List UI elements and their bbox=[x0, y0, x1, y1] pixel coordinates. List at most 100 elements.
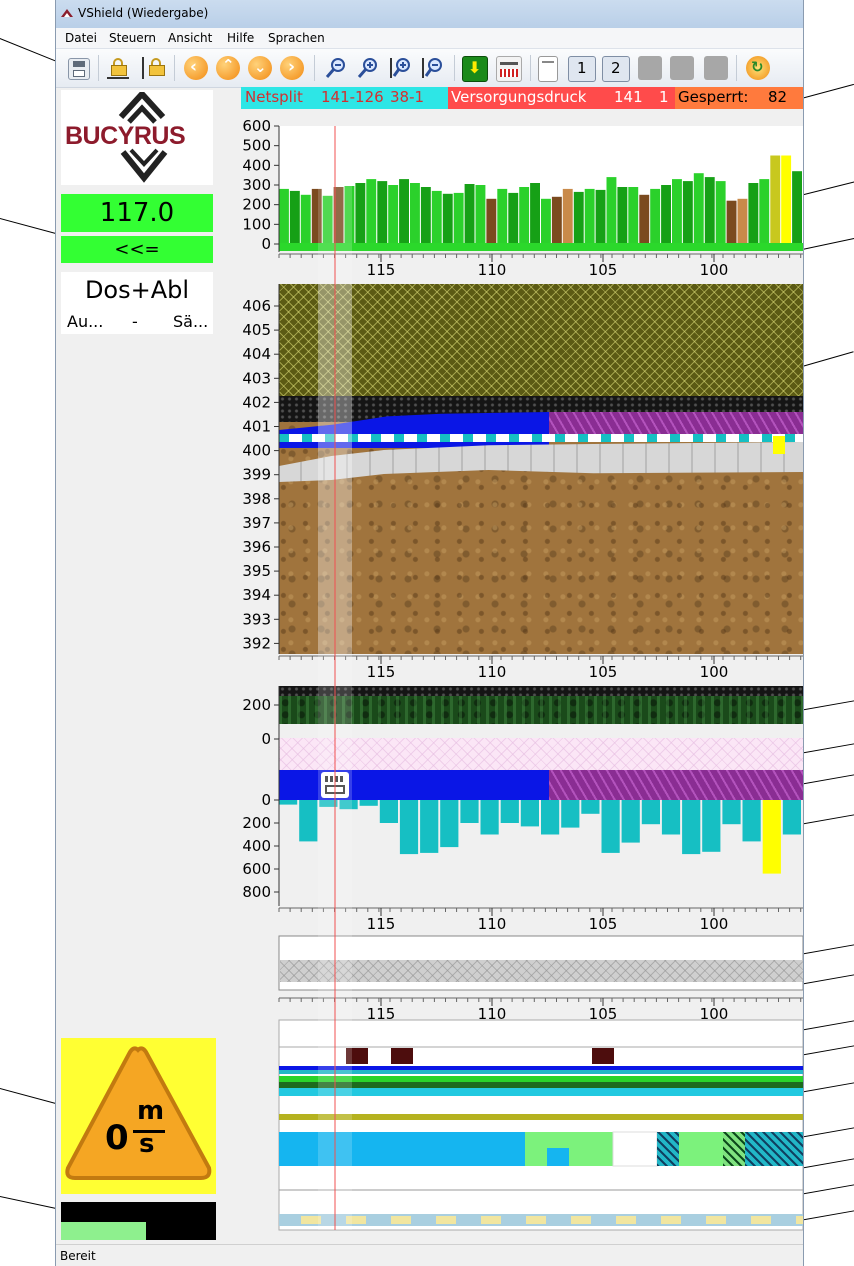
event-marker bbox=[391, 1048, 413, 1064]
x-tick-label: 105 bbox=[589, 663, 618, 681]
chart4-y-tick-label: 200 bbox=[242, 814, 271, 832]
chart1-bar bbox=[475, 185, 486, 244]
chart1-bar bbox=[519, 187, 530, 244]
bottom-lane-cell bbox=[616, 1216, 636, 1224]
callout-line bbox=[0, 38, 58, 63]
chart4-y-tick-label: 400 bbox=[242, 837, 271, 855]
chart4-y-tick-label: 0 bbox=[261, 791, 271, 809]
bottom-lane-cell bbox=[661, 1216, 681, 1224]
chart4-bar bbox=[702, 800, 721, 852]
x-tick-label: 110 bbox=[478, 915, 507, 933]
chart1-bar bbox=[650, 188, 661, 244]
bottom-lane-cell bbox=[751, 1216, 771, 1224]
chart1-bar bbox=[737, 198, 748, 244]
chart1-bar bbox=[672, 179, 682, 244]
x-tick-label: 115 bbox=[367, 261, 396, 279]
chart4-bar bbox=[742, 800, 761, 842]
chart4-bar bbox=[581, 800, 600, 814]
dark-top-layer bbox=[279, 686, 803, 696]
chart4-y-tick-label: 600 bbox=[242, 860, 271, 878]
chart2-y-tick-label: 400 bbox=[242, 442, 271, 460]
chart1-bar bbox=[551, 196, 562, 244]
chart2-y-tick-label: 405 bbox=[242, 321, 271, 339]
chart5-grey-band bbox=[280, 960, 803, 982]
x-tick-label: 115 bbox=[367, 915, 396, 933]
status-text: Bereit bbox=[60, 1249, 96, 1263]
chart4-bar bbox=[782, 800, 801, 835]
chart2-y-tick-label: 401 bbox=[242, 418, 271, 436]
x-tick-label: 115 bbox=[367, 663, 396, 681]
cyan-marker-row bbox=[279, 434, 803, 442]
chart3-layers bbox=[279, 686, 803, 800]
x-tick-label: 110 bbox=[478, 663, 507, 681]
chart1-bar bbox=[781, 155, 792, 244]
chart4-y-ticks: 0 200 400 600 800 bbox=[242, 791, 279, 901]
chart1-bar bbox=[562, 188, 573, 244]
chart3-y-tick-label: 200 bbox=[242, 696, 271, 714]
chart1-y-ticks: 600 500400 300 200100 0 bbox=[242, 117, 279, 253]
chart4-bar bbox=[661, 800, 681, 835]
chart4-bar bbox=[460, 800, 479, 823]
chart1-bar bbox=[726, 200, 737, 244]
x-tick-label: 100 bbox=[700, 915, 729, 933]
chart4-bar bbox=[379, 800, 398, 823]
chart2-y-tick-label: 402 bbox=[242, 393, 271, 411]
chart1-bar bbox=[431, 190, 442, 244]
purple-band bbox=[549, 770, 803, 800]
light-cyan-lane bbox=[279, 1088, 803, 1096]
chart1-bar bbox=[584, 188, 595, 244]
pink-hatch-layer bbox=[279, 738, 803, 770]
chart4-bar bbox=[440, 800, 459, 848]
chart4-bar bbox=[399, 800, 419, 855]
chart3-y-ticks: 2000 bbox=[242, 696, 279, 748]
chart3-x-ticks: 115 110 105 100 bbox=[278, 908, 802, 933]
cyan-lane bbox=[279, 1070, 803, 1074]
chart2-y-tick-label: 398 bbox=[242, 490, 271, 508]
state-lane-white bbox=[612, 1131, 658, 1167]
chart1-baseline bbox=[279, 243, 803, 251]
chart4-bar bbox=[299, 800, 318, 842]
state-lane-blue-small bbox=[547, 1148, 569, 1166]
chart2-y-tick-label: 403 bbox=[242, 369, 271, 387]
bottom-lane-cell bbox=[526, 1216, 546, 1224]
chart1-bar bbox=[639, 194, 650, 244]
x-tick-label: 110 bbox=[478, 261, 507, 279]
chart1-bar bbox=[682, 181, 693, 244]
chart1-bar bbox=[410, 183, 420, 244]
chart1-bar bbox=[704, 177, 715, 244]
chart4-bar bbox=[621, 800, 640, 843]
chart4-bar bbox=[420, 800, 439, 853]
chart1-bar bbox=[628, 187, 639, 244]
chart1-y-tick-label: 500 bbox=[242, 137, 271, 155]
chart1-bar bbox=[508, 192, 519, 244]
chart1-bar bbox=[486, 198, 497, 244]
bottom-lane-cell bbox=[796, 1216, 803, 1224]
chart4-bar bbox=[480, 800, 499, 835]
chart1-y-tick-label: 0 bbox=[261, 235, 271, 253]
event-marker bbox=[592, 1048, 614, 1064]
chart1-bar bbox=[377, 181, 388, 244]
chart1-bar bbox=[661, 185, 671, 244]
chart1-bar bbox=[748, 183, 759, 244]
chart1-bar bbox=[595, 189, 606, 244]
status-bar: Bereit bbox=[56, 1244, 803, 1266]
chart2-y-tick-label: 397 bbox=[242, 514, 271, 532]
mesh-overburden-layer bbox=[279, 284, 803, 402]
blue-lane bbox=[279, 1066, 803, 1070]
chart4-bar bbox=[601, 800, 620, 853]
x-tick-label: 105 bbox=[589, 915, 618, 933]
chart2-y-tick-label: 396 bbox=[242, 538, 271, 556]
chart1-bar bbox=[792, 171, 802, 244]
green-lane bbox=[279, 1076, 803, 1082]
chart1-bar bbox=[442, 193, 453, 244]
bottom-lane-cell bbox=[706, 1216, 726, 1224]
chart1-bar bbox=[617, 187, 628, 244]
chart1-bar bbox=[453, 192, 464, 244]
x-tick-label: 100 bbox=[700, 261, 729, 279]
chart1-bar bbox=[355, 183, 366, 244]
chart1-bar bbox=[366, 179, 377, 244]
x-tick-label: 105 bbox=[589, 261, 618, 279]
state-lane-hatched bbox=[657, 1132, 803, 1166]
chart1-x-ticks: 115 110 105 100 bbox=[278, 254, 802, 279]
chart1-bar bbox=[573, 191, 584, 244]
